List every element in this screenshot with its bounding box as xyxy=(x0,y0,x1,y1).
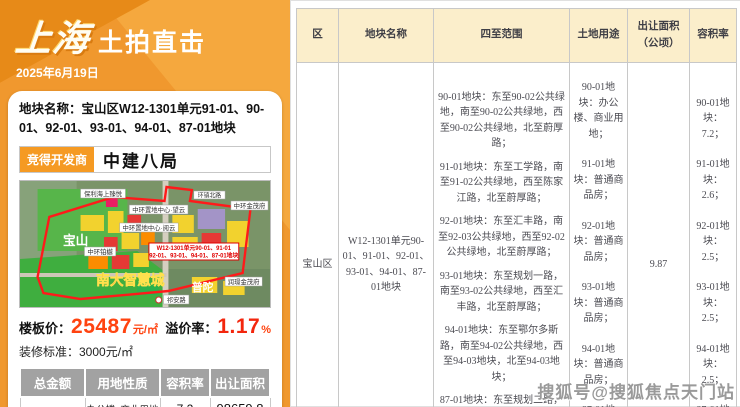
svg-text:中环置地中心·望云: 中环置地中心·望云 xyxy=(132,205,185,214)
map-poi-baoli: 保利海上臻悦 xyxy=(81,189,126,198)
decoration-standard: 装修标准：3000元/㎡ xyxy=(19,343,271,360)
list-item: 94-01地块：东至鄂尔多斯路，南至94-02公共绿地，西至94-03地块，北至… xyxy=(437,323,566,385)
header-boundaries: 四至范围 xyxy=(434,9,570,63)
map-label-baoshan: 宝山 xyxy=(63,233,88,248)
list-item: 92-01地块：2.5； xyxy=(693,219,733,266)
list-item: 93-01地块：2.5； xyxy=(693,280,733,327)
svg-text:润璟金茂府: 润璟金茂府 xyxy=(228,277,260,286)
developer-badge: 竞得开发商 xyxy=(20,147,94,172)
map-poi-boyue: 中环铂樾 xyxy=(84,247,115,256)
map-poi-jinmao: 中环金茂府 xyxy=(231,201,268,210)
floor-price-unit: 元/㎡ xyxy=(133,321,158,337)
parcel-map: 宝山 普陀 南大智慧城 保利海上臻悦 环镇北路 中环置地中心·望云 xyxy=(19,180,271,308)
left-panel: 上海 土拍直击 2025年6月19日 地块名称：宝山区W12-1301单元91-… xyxy=(0,0,290,407)
floor-price-label: 楼板价： xyxy=(19,318,71,337)
price-row: 楼板价： 25487 元/㎡ 溢价率： 1.17 % xyxy=(19,315,271,339)
cell-boundaries: 90-01地块：东至90-02公共绿地，南至90-02公共绿地，西至90-02公… xyxy=(434,63,570,407)
brand-header: 上海 土拍直击 2025年6月19日 xyxy=(0,0,290,85)
map-graphic: 宝山 普陀 南大智慧城 保利海上臻悦 环镇北路 中环置地中心·望云 xyxy=(20,181,270,307)
list-item: 91-01地块：2.6； xyxy=(693,157,733,204)
developer-box: 竞得开发商 中建八局 xyxy=(19,146,271,173)
summary-table: 总金额 用地性质 容积率 出让面积 819533万 办公楼, 商业用地 普通商品… xyxy=(19,367,271,407)
header-far: 容积率 xyxy=(690,9,737,63)
parcel-detail-table: 区 地块名称 四至范围 土地用途 出让面积（公顷） 容积率 宝山区 W12-13… xyxy=(296,8,737,407)
summary-header-area: 出让面积 xyxy=(210,368,270,397)
list-item: 93-01地块：普通商品房； xyxy=(573,280,624,327)
header-land-use: 土地用途 xyxy=(570,9,628,63)
map-poi-road: 环镇北路 xyxy=(194,191,225,200)
premium-unit: % xyxy=(261,324,271,336)
cell-district: 宝山区 xyxy=(297,63,339,407)
map-poi-yueyun: 中环置地中心·阅云 xyxy=(120,223,179,232)
list-item: 92-01地块：东至汇丰路，南至92-03公共绿地，西至92-02公共绿地，北至… xyxy=(437,214,566,261)
map-poi-wangyun: 中环置地中心·望云 xyxy=(129,205,188,214)
header-plot-name: 地块名称 xyxy=(339,9,434,63)
map-parcel-callout: W12-1301单元90-01、91-01 92-01、93-01、94-01、… xyxy=(149,243,239,260)
list-item: 93-01地块：东至规划一路，南至93-02公共绿地，西至汇丰路，北至蔚厚路； xyxy=(437,269,566,316)
floor-price-value: 25487 xyxy=(71,315,132,339)
summary-header-total: 总金额 xyxy=(20,368,85,397)
developer-name: 中建八局 xyxy=(94,147,270,172)
list-item: 90-01地块：办公楼、商业用地； xyxy=(573,80,624,142)
summary-header-landuse: 用地性质 xyxy=(85,368,160,397)
cell-land-use: 90-01地块：办公楼、商业用地； 91-01地块：普通商品房； 92-01地块：普… xyxy=(570,63,628,407)
list-item: 90-01地块：东至90-02公共绿地，南至90-02公共绿地，西至90-02公… xyxy=(437,90,566,152)
summary-area: 98659.8㎡ xyxy=(210,397,270,407)
auction-card: 地块名称：宝山区W12-1301单元91-01、90-01、92-01、93-0… xyxy=(8,91,282,407)
map-label-nanda: 南大智慧城 xyxy=(96,272,164,288)
summary-far: 7.2 2.6, 2.5 xyxy=(160,397,210,407)
svg-text:中环铂樾: 中环铂樾 xyxy=(87,247,113,256)
watermark: 搜狐号@搜狐焦点天门站 xyxy=(537,378,735,403)
svg-text:祁安路: 祁安路 xyxy=(167,295,187,304)
summary-header-far: 容积率 xyxy=(160,368,210,397)
detail-row: 宝山区 W12-1301单元90-01、91-01、92-01、93-01、94… xyxy=(297,63,737,407)
svg-text:中环置地中心·阅云: 中环置地中心·阅云 xyxy=(123,223,176,232)
logo: 上海 土拍直击 xyxy=(16,10,276,62)
svg-text:环镇北路: 环镇北路 xyxy=(198,191,221,199)
header-district: 区 xyxy=(297,9,339,63)
premium-value: 1.17 xyxy=(217,315,260,339)
list-item: 91-01地块：东至工学路，南至91-02公共绿地，西至陈家江路，北至蔚厚路； xyxy=(437,160,566,207)
detail-header-row: 区 地块名称 四至范围 土地用途 出让面积（公顷） 容积率 xyxy=(297,9,737,63)
summary-total: 819533万 xyxy=(20,397,85,407)
list-item: 92-01地块：普通商品房； xyxy=(573,219,624,266)
svg-text:92-01、93-01、94-01、87-01地块: 92-01、93-01、94-01、87-01地块 xyxy=(149,251,238,259)
list-item: 90-01地块：7.2； xyxy=(693,96,733,143)
summary-landuse: 办公楼, 商业用地 普通商品房 xyxy=(85,397,160,407)
svg-text:中环金茂府: 中环金茂府 xyxy=(234,201,266,210)
list-item: 91-01地块：普通商品房； xyxy=(573,157,624,204)
page: 上海 土拍直击 2025年6月19日 地块名称：宝山区W12-1301单元91-… xyxy=(0,0,740,407)
premium-label: 溢价率： xyxy=(165,318,217,337)
logo-subtitle: 土拍直击 xyxy=(98,23,206,59)
cell-plot-name: W12-1301单元90-01、91-01、92-01、93-01、94-01、… xyxy=(339,63,434,407)
plot-name: 地块名称：宝山区W12-1301单元91-01、90-01、92-01、93-0… xyxy=(19,100,271,139)
svg-text:W12-1301单元90-01、91-01: W12-1301单元90-01、91-01 xyxy=(157,244,232,252)
map-poi-runjing: 润璟金茂府 xyxy=(225,277,262,286)
summary-row: 819533万 办公楼, 商业用地 普通商品房 7.2 2.6, 2.5 986… xyxy=(20,397,270,407)
auction-date: 2025年6月19日 xyxy=(16,64,276,81)
detail-panel: 区 地块名称 四至范围 土地用途 出让面积（公顷） 容积率 宝山区 W12-13… xyxy=(290,0,740,407)
list-item: 87-01地块：2.5 xyxy=(693,403,733,407)
list-item: 87-01地块：普通商品房 xyxy=(573,403,624,407)
header-area: 出让面积（公顷） xyxy=(628,9,690,63)
plot-name-label: 地块名称： xyxy=(19,102,82,116)
cell-far: 90-01地块：7.2； 91-01地块：2.6； 92-01地块：2.5； 93-0… xyxy=(690,63,737,407)
cell-area: 9.87 xyxy=(628,63,690,407)
map-label-putuo: 普陀 xyxy=(192,280,214,294)
svg-text:保利海上臻悦: 保利海上臻悦 xyxy=(84,189,123,198)
logo-shanghai: 上海 xyxy=(13,10,92,62)
